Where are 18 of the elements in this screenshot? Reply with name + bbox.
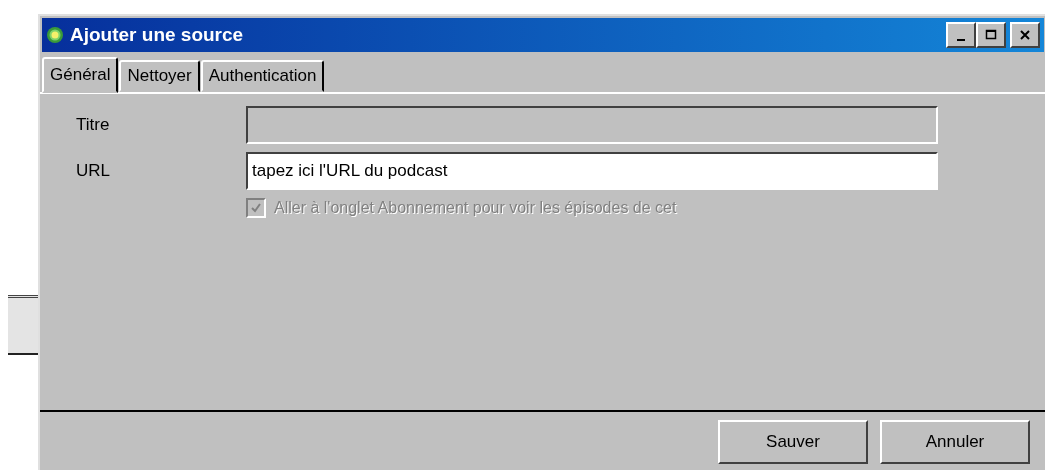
maximize-button[interactable] bbox=[976, 22, 1006, 48]
tab[interactable]: Général bbox=[42, 57, 119, 93]
field-label: Titre bbox=[76, 115, 111, 135]
save-button[interactable]: Sauver bbox=[718, 420, 868, 464]
maximize-icon bbox=[985, 29, 997, 41]
window-title: Ajouter une source bbox=[70, 24, 245, 46]
field-label: URL bbox=[76, 161, 111, 181]
close-button[interactable] bbox=[1010, 22, 1040, 48]
minimize-button[interactable] bbox=[946, 22, 976, 48]
tab[interactable]: Nettoyer bbox=[119, 60, 200, 92]
app-icon bbox=[46, 26, 64, 44]
checkmark-icon bbox=[250, 202, 262, 214]
close-icon bbox=[1019, 29, 1031, 41]
minimize-icon bbox=[957, 39, 965, 41]
text-field[interactable]: tapez ici l'URL du podcast bbox=[246, 152, 938, 190]
cancel-button[interactable]: Annuler bbox=[880, 420, 1030, 464]
checkbox-label: Aller à l'onglet Abonnement pour voir les épisodes de cet bbox=[274, 199, 677, 217]
tab[interactable]: Authentication bbox=[200, 60, 325, 92]
